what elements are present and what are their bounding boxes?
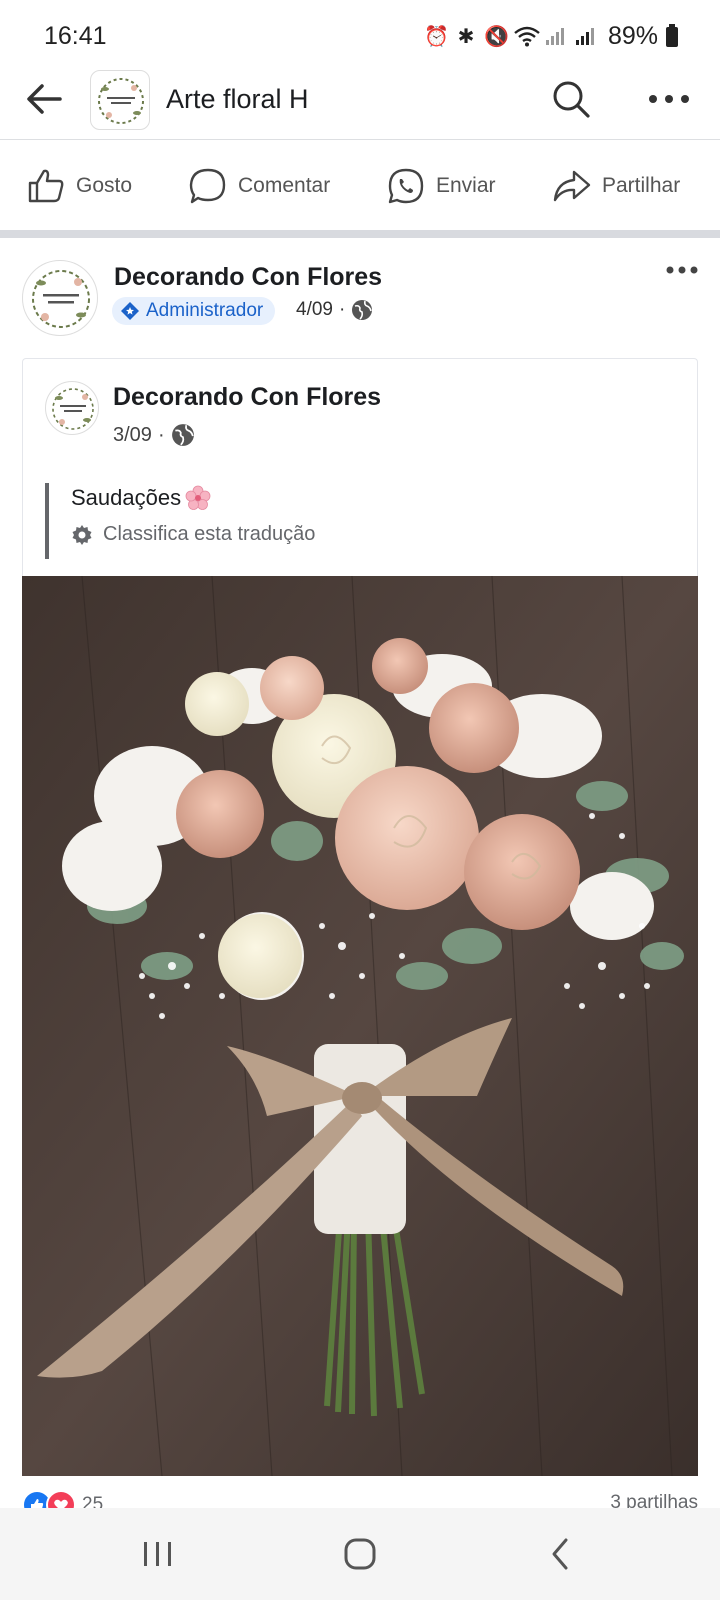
status-time: 16:41 — [44, 22, 107, 50]
group-avatar[interactable] — [90, 70, 150, 130]
globe-icon — [171, 424, 194, 446]
bluetooth-icon: ✱ — [457, 25, 475, 48]
group-title: Arte floral H — [166, 84, 309, 114]
system-nav-bar — [0, 1508, 720, 1600]
status-icons: ⏰ ✱ 🔇 89% — [424, 22, 678, 51]
globe-icon — [352, 300, 373, 320]
signal-icon-2 — [574, 25, 598, 49]
action-bar: Gosto Comentar Enviar Partilhar — [0, 141, 720, 230]
battery-icon — [666, 23, 678, 47]
share-button[interactable]: Partilhar — [552, 165, 680, 207]
more-horizontal-icon — [649, 95, 689, 103]
signal-icon — [544, 25, 568, 49]
shared-author-avatar[interactable] — [45, 381, 99, 435]
chevron-left-icon — [552, 1538, 568, 1570]
comment-button[interactable]: Comentar — [188, 165, 330, 207]
like-label: Gosto — [76, 174, 133, 197]
speech-bubble-icon — [189, 168, 226, 204]
admin-diamond-icon — [121, 302, 139, 320]
meta-separator: · — [338, 299, 346, 320]
search-button[interactable] — [548, 76, 594, 122]
floral-wreath-logo — [98, 78, 144, 124]
home-button[interactable] — [330, 1530, 390, 1578]
floral-wreath-logo — [32, 270, 90, 328]
home-icon — [344, 1538, 376, 1570]
admin-role-label: Administrador — [146, 300, 264, 321]
app-header: Arte floral H — [0, 62, 720, 140]
post-photo[interactable] — [22, 576, 698, 1476]
gear-icon — [72, 524, 92, 545]
section-divider — [0, 230, 720, 238]
battery-level: 89% — [607, 22, 658, 50]
post-date[interactable]: 4/09 — [296, 299, 333, 321]
admin-badge: Administrador — [112, 297, 276, 325]
arrow-left-icon — [27, 84, 62, 114]
post-author-name[interactable]: Decorando Con Flores — [114, 263, 382, 292]
rate-translation-link[interactable]: Classifica esta tradução — [71, 523, 315, 546]
mute-icon: 🔇 — [483, 25, 509, 48]
wifi-icon — [514, 25, 540, 49]
post-author-avatar[interactable] — [22, 260, 98, 336]
shared-post-card[interactable]: Decorando Con Flores 3/09 · Saudações Cl… — [22, 358, 698, 576]
shared-post-meta: 3/09 · — [113, 423, 195, 447]
share-arrow-icon — [553, 170, 591, 202]
comment-label: Comentar — [238, 174, 331, 197]
more-horizontal-icon — [666, 266, 698, 274]
send-button[interactable]: Enviar — [386, 165, 496, 207]
bouquet-photo — [22, 576, 698, 1476]
status-bar: 16:41 ⏰ ✱ 🔇 89% — [0, 0, 720, 70]
meta-separator: · — [157, 423, 165, 446]
search-icon — [553, 81, 590, 118]
rate-translation-label: Classifica esta tradução — [103, 523, 316, 545]
system-back-button[interactable] — [532, 1530, 592, 1578]
whatsapp-icon — [388, 168, 424, 204]
back-button[interactable] — [22, 76, 68, 122]
like-button[interactable]: Gosto — [26, 165, 132, 207]
post-text-content: Saudações — [71, 485, 182, 510]
shared-post-date[interactable]: 3/09 — [113, 424, 152, 447]
send-label: Enviar — [436, 174, 496, 197]
alarm-icon: ⏰ — [423, 25, 449, 48]
floral-wreath-logo — [52, 388, 94, 430]
quote-bar — [45, 483, 49, 559]
recent-apps-icon — [144, 1542, 171, 1566]
post-more-button[interactable] — [662, 262, 702, 290]
post-text: Saudações — [71, 485, 211, 511]
cherry-blossom-emoji — [185, 485, 211, 510]
thumbs-up-icon — [28, 169, 64, 203]
share-label: Partilhar — [602, 174, 681, 197]
shared-author-name[interactable]: Decorando Con Flores — [113, 383, 381, 412]
more-options-button[interactable] — [644, 76, 694, 122]
recent-apps-button[interactable] — [128, 1530, 188, 1578]
post-meta: 4/09 · — [296, 299, 373, 321]
